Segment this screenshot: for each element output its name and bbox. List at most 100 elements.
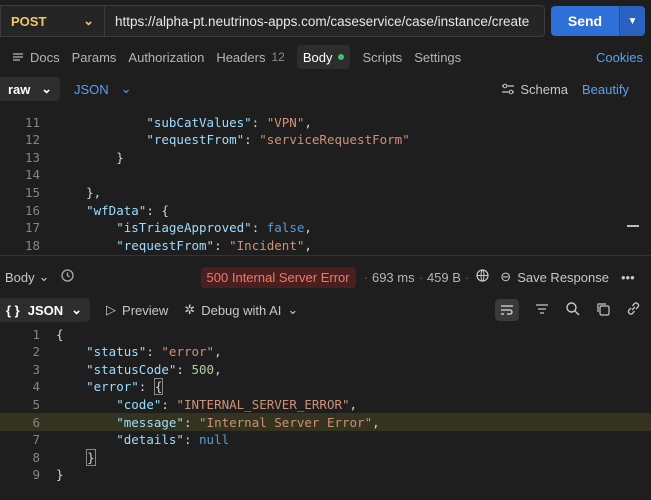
cookies-link[interactable]: Cookies	[596, 50, 643, 65]
line-number: 16	[24, 202, 40, 218]
code-token: ,	[372, 414, 380, 430]
url-input[interactable]: https://alpha-pt.neutrinos-apps.com/case…	[104, 5, 545, 37]
save-response-button[interactable]: ⊖ Save Response	[500, 269, 609, 285]
code-token: "serviceRequestForm"	[259, 132, 410, 148]
tab-authorization[interactable]: Authorization	[128, 45, 204, 69]
tab-docs-label: Docs	[30, 49, 60, 65]
code-token: ,	[214, 344, 222, 360]
code-line: 13 }	[0, 148, 651, 166]
code-text: "error": {	[42, 378, 164, 396]
response-size: 459 B	[426, 269, 461, 285]
more-options-icon[interactable]: •••	[621, 270, 635, 285]
response-header: Body ⌄ 500 Internal Server Error · 693 m…	[0, 266, 651, 288]
copy-icon[interactable]	[596, 302, 610, 319]
globe-icon[interactable]	[475, 268, 490, 286]
tab-params[interactable]: Params	[72, 45, 117, 69]
response-body-select[interactable]: Body ⌄	[5, 269, 50, 285]
body-options-row: raw ⌄ JSON ⌄ Schema Beautify	[0, 76, 651, 102]
tab-headers[interactable]: Headers 12	[216, 45, 285, 69]
line-number: 13	[24, 149, 40, 165]
code-token: }	[116, 149, 124, 165]
schema-button[interactable]: Schema	[501, 82, 568, 97]
code-text: }	[42, 150, 124, 165]
chevron-down-icon: ▼	[627, 15, 638, 27]
beautify-button[interactable]: Beautify	[582, 82, 629, 97]
code-token: :	[146, 344, 162, 360]
code-text: "details": null	[42, 432, 229, 447]
debug-with-ai-button[interactable]: ✲ Debug with AI ⌄	[184, 302, 298, 318]
chevron-down-icon: ⌄	[71, 302, 83, 317]
search-icon[interactable]	[565, 301, 580, 319]
code-token: :	[244, 132, 260, 148]
code-token: "requestFrom"	[116, 237, 215, 253]
editor-scrollbar[interactable]	[627, 225, 639, 227]
response-format-select[interactable]: { } JSON ⌄	[0, 298, 91, 322]
line-number: 11	[24, 114, 40, 130]
code-token: null	[199, 432, 230, 448]
code-token: :	[251, 114, 267, 130]
response-meta: · 693 ms · 459 B ·	[363, 269, 470, 285]
send-button[interactable]: Send	[551, 6, 619, 36]
code-text: },	[42, 185, 101, 200]
history-icon[interactable]	[60, 268, 75, 286]
code-line: 11 "subCatValues": "VPN",	[0, 113, 651, 131]
code-token: "VPN"	[266, 114, 305, 130]
preview-label: Preview	[122, 302, 169, 318]
tab-settings[interactable]: Settings	[414, 45, 461, 69]
tab-scripts[interactable]: Scripts	[362, 45, 402, 69]
code-line: 14	[0, 166, 651, 184]
body-mode-select[interactable]: raw ⌄	[0, 77, 60, 101]
line-number: 15	[24, 184, 40, 200]
wrap-lines-icon[interactable]	[495, 299, 519, 321]
code-text: "isTriageApproved": false,	[42, 220, 312, 235]
code-token: }	[56, 467, 64, 483]
tab-params-label: Params	[71, 49, 117, 65]
body-format-label: JSON	[74, 81, 109, 97]
play-icon: ▷	[106, 302, 117, 317]
chevron-down-icon: ⌄	[120, 81, 132, 96]
method-select[interactable]: POST ⌄	[0, 5, 104, 37]
response-format-label: JSON	[27, 302, 64, 318]
code-token: 500	[191, 361, 215, 377]
tab-body[interactable]: Body	[296, 45, 351, 69]
code-token: "details"	[116, 432, 184, 448]
code-token: "Internal Server Error"	[199, 414, 373, 430]
code-text: {	[42, 327, 64, 342]
link-icon[interactable]	[626, 301, 641, 319]
code-line: 6 "message": "Internal Server Error",	[0, 413, 651, 431]
chevron-down-icon: ⌄	[41, 81, 52, 96]
code-token: {	[153, 378, 164, 396]
method-label: POST	[11, 13, 47, 29]
tab-body-label: Body	[302, 49, 333, 65]
filter-icon[interactable]	[535, 303, 549, 318]
debug-label: Debug with AI	[201, 302, 282, 318]
response-body-viewer[interactable]: 1{2 "status": "error", 3 "statusCode": 50…	[0, 325, 651, 500]
code-line: 16 "wfData": {	[0, 201, 651, 219]
code-line: 7 "details": null	[0, 431, 651, 449]
code-token: "INTERNAL_SERVER_ERROR"	[176, 396, 350, 412]
tab-authorization-label: Authorization	[128, 49, 205, 65]
response-time: 693 ms	[371, 269, 415, 285]
code-token: ,	[304, 114, 312, 130]
code-line: 3 "statusCode": 500,	[0, 360, 651, 378]
tab-docs[interactable]: Docs	[12, 45, 60, 69]
code-text: }	[42, 448, 96, 466]
code-line: 2 "status": "error",	[0, 343, 651, 361]
headers-count: 12	[271, 50, 285, 64]
save-icon: ⊖	[500, 269, 512, 284]
code-token: "status"	[86, 344, 147, 360]
preview-button[interactable]: ▷ Preview	[106, 302, 168, 318]
schema-label: Schema	[520, 81, 569, 97]
code-token: "message"	[116, 414, 184, 430]
code-token: :	[161, 396, 177, 412]
request-body-editor[interactable]: 11 "subCatValues": "VPN", 12 "requestFrom…	[0, 110, 651, 256]
code-token: :	[214, 237, 230, 253]
send-options-button[interactable]: ▼	[619, 6, 645, 36]
code-token: ,	[214, 361, 222, 377]
code-line: 1{	[0, 325, 651, 343]
body-active-dot	[338, 54, 345, 60]
line-number: 8	[32, 449, 40, 465]
body-format-select[interactable]: JSON ⌄	[74, 81, 132, 97]
code-token: "wfData"	[86, 202, 147, 218]
code-token: },	[86, 184, 102, 200]
